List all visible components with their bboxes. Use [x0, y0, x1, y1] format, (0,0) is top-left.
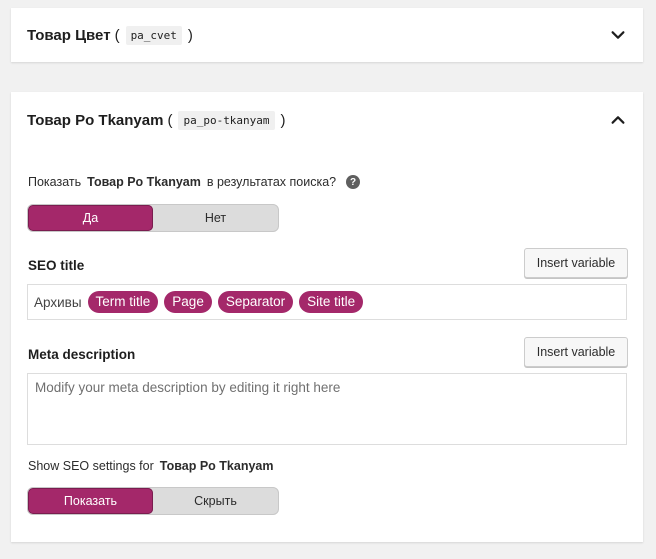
seo-settings-label: Show SEO settings for Товар Po Tkanyam: [28, 459, 273, 473]
meta-description-input[interactable]: Modify your meta description by editing …: [27, 373, 627, 445]
seo-title-insert-variable-button[interactable]: Insert variable: [524, 248, 628, 278]
toggle-option-hide[interactable]: Скрыть: [153, 488, 278, 514]
label-suffix: в результатах поиска?: [206, 175, 337, 189]
seo-title-prefix-text: Архивы: [34, 294, 82, 310]
close-paren: ): [187, 26, 193, 44]
label-prefix: Show SEO settings for: [28, 459, 154, 473]
chevron-up-icon[interactable]: [609, 111, 627, 129]
meta-description-label: Meta description: [28, 347, 136, 362]
open-paren: (: [114, 26, 120, 44]
meta-description-insert-variable-button[interactable]: Insert variable: [524, 337, 628, 367]
panel-header-tkanyam[interactable]: Товар Po Tkanyam ( pa_po-tkanyam ): [11, 92, 643, 148]
panel-title: Товар Po Tkanyam ( pa_po-tkanyam ): [27, 110, 286, 130]
seo-title-label: SEO title: [28, 258, 85, 273]
variable-pill-site-title[interactable]: Site title: [299, 291, 364, 313]
seo-settings-toggle: Показать Скрыть: [27, 487, 279, 515]
variable-pill-term-title[interactable]: Term title: [87, 291, 159, 313]
toggle-option-no[interactable]: Нет: [153, 205, 278, 231]
search-visibility-toggle: Да Нет: [27, 204, 279, 232]
toggle-option-show[interactable]: Показать: [28, 488, 153, 514]
panel-tovar-po-tkanyam: Товар Po Tkanyam ( pa_po-tkanyam ) Показ…: [11, 92, 643, 542]
panel-header-cvet[interactable]: Товар Цвет ( pa_cvet ): [11, 8, 643, 62]
panel-title: Товар Цвет ( pa_cvet ): [27, 25, 193, 45]
taxonomy-slug: pa_po-tkanyam: [178, 110, 275, 130]
close-paren: ): [280, 111, 286, 129]
open-paren: (: [167, 111, 173, 129]
label-term: Товар Po Tkanyam: [87, 175, 201, 189]
help-icon[interactable]: ?: [346, 175, 361, 189]
panel-tovar-cvet: Товар Цвет ( pa_cvet ): [11, 8, 643, 62]
chevron-down-icon[interactable]: [609, 26, 627, 44]
label-prefix: Показать: [28, 175, 82, 189]
panel-title-text: Товар Po Tkanyam: [27, 111, 164, 129]
variable-pill-separator[interactable]: Separator: [217, 291, 294, 313]
seo-title-input[interactable]: Архивы Term title Page Separator Site ti…: [27, 284, 627, 320]
search-visibility-label: Показать Товар Po Tkanyam в результатах …: [28, 175, 361, 189]
taxonomy-slug: pa_cvet: [125, 25, 182, 45]
panel-title-text: Товар Цвет: [27, 26, 111, 44]
toggle-option-yes[interactable]: Да: [28, 205, 153, 231]
label-term: Товар Po Tkanyam: [159, 459, 274, 473]
variable-pill-page[interactable]: Page: [164, 291, 212, 313]
